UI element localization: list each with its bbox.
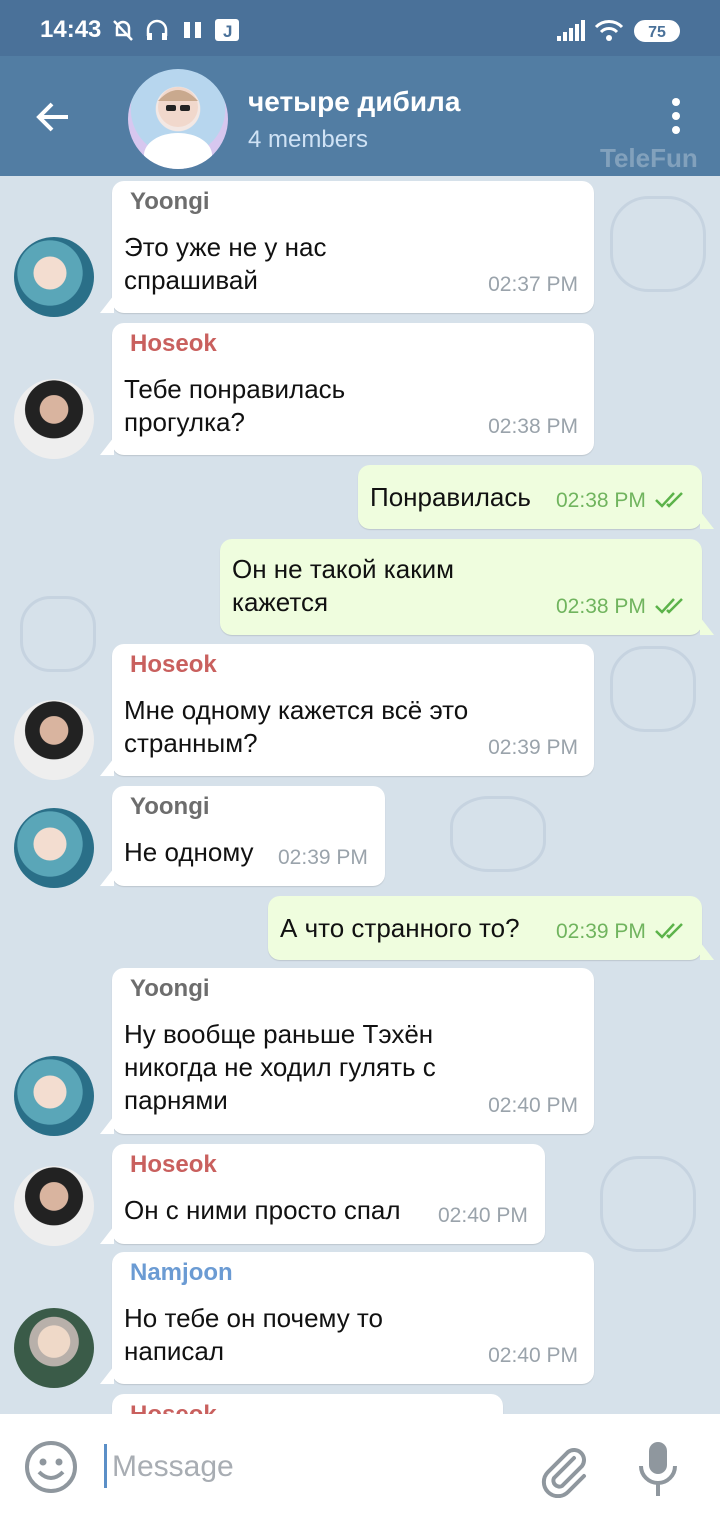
chat-header: четыре дибила 4 members TeleFun — [0, 56, 720, 176]
message-bubble[interactable]: Yoongi Не одному 02:39 PM — [100, 786, 385, 886]
status-bar: 14:43 J 75 — [0, 0, 720, 56]
sender-name: Hoseok — [130, 1401, 217, 1414]
paperclip-icon[interactable] — [536, 1442, 592, 1498]
avatar-yoongi[interactable] — [14, 1056, 94, 1136]
message-text: Но тебе он почему то написал — [124, 1303, 384, 1366]
avatar-yoongi[interactable] — [14, 237, 94, 317]
back-arrow-icon[interactable] — [30, 94, 76, 140]
sender-name: Hoseok — [130, 330, 217, 357]
text-cursor — [104, 1444, 107, 1488]
sender-name: Yoongi — [130, 793, 210, 820]
message-time: 02:39 PM — [556, 920, 646, 943]
headphones-icon — [146, 19, 168, 40]
battery-level: 75 — [648, 24, 666, 41]
message-text: Ну вообще раньше Тэхён никогда не ходил … — [124, 1019, 436, 1115]
wifi-icon — [594, 20, 624, 41]
svg-text:J: J — [223, 22, 232, 41]
status-time: 14:43 — [40, 16, 102, 43]
message-bubble-outgoing[interactable]: Он не такой каким кажется 02:38 PM — [220, 539, 714, 635]
message-text: Мне одному кажется всё это странным? — [124, 695, 469, 758]
group-title[interactable]: четыре дибила — [248, 86, 460, 118]
background-doodle — [610, 646, 696, 732]
message-text: Не одному — [124, 837, 254, 867]
sender-name: Hoseok — [130, 1151, 217, 1178]
signal-icon — [557, 20, 585, 41]
mute-bell-icon — [113, 20, 133, 41]
message-bubble-outgoing[interactable]: А что странного то? 02:39 PM — [268, 896, 714, 960]
message-time: 02:40 PM — [488, 1344, 578, 1367]
message-bubble[interactable]: Hoseok Мне одному кажется всё это странн… — [100, 644, 594, 776]
background-doodle — [610, 196, 706, 292]
message-text: Понравилась — [370, 482, 531, 512]
message-bubble[interactable]: Namjoon Но тебе он почему то написал 02:… — [100, 1252, 594, 1384]
app-notification-icon: J — [215, 19, 239, 41]
message-time: 02:38 PM — [488, 415, 578, 438]
watermark: TeleFun — [600, 143, 698, 173]
message-time: 02:40 PM — [488, 1094, 578, 1117]
double-check-icon — [655, 923, 683, 939]
message-time: 02:38 PM — [556, 489, 646, 512]
more-options-icon[interactable] — [664, 96, 688, 136]
group-avatar[interactable] — [128, 69, 228, 169]
message-bubble[interactable]: Hoseok Тебе понравилась прогулка? 02:38 … — [100, 323, 594, 455]
battery-icon: 75 — [634, 20, 680, 42]
avatar-hoseok[interactable] — [14, 379, 94, 459]
sender-name: Yoongi — [130, 188, 210, 215]
message-time: 02:37 PM — [488, 273, 578, 296]
message-text: Тебе понравилась прогулка? — [124, 374, 346, 437]
message-time: 02:40 PM — [438, 1204, 528, 1227]
sender-name: Namjoon — [130, 1259, 233, 1286]
message-bubble[interactable]: Hoseok — [112, 1394, 503, 1414]
avatar-hoseok[interactable] — [14, 700, 94, 780]
message-bubble[interactable]: Yoongi Это уже не у нас спрашивай 02:37 … — [100, 181, 594, 313]
microphone-icon[interactable] — [634, 1440, 682, 1498]
avatar-yoongi[interactable] — [14, 808, 94, 888]
pause-icon — [184, 22, 201, 38]
member-count: 4 members — [248, 126, 369, 153]
double-check-icon — [655, 598, 683, 614]
message-text: Это уже не у нас спрашивай — [124, 232, 327, 295]
message-list[interactable]: Yoongi Это уже не у нас спрашивай 02:37 … — [0, 176, 720, 1414]
avatar-hoseok[interactable] — [14, 1166, 94, 1246]
message-input[interactable] — [110, 1440, 514, 1494]
emoji-icon[interactable] — [24, 1440, 78, 1494]
double-check-icon — [655, 492, 683, 508]
message-time: 02:39 PM — [278, 846, 368, 869]
avatar-namjoon[interactable] — [14, 1308, 94, 1388]
background-doodle — [600, 1156, 696, 1252]
sender-name: Hoseok — [130, 651, 217, 678]
message-bubble-outgoing[interactable]: Понравилась 02:38 PM — [358, 465, 714, 529]
background-doodle — [20, 596, 96, 672]
message-text: Он с ними просто спал — [124, 1195, 401, 1225]
message-time: 02:38 PM — [556, 595, 646, 618]
sender-name: Yoongi — [130, 975, 210, 1002]
message-text: А что странного то? — [280, 913, 520, 943]
background-doodle — [450, 796, 546, 872]
message-bubble[interactable]: Hoseok Он с ними просто спал 02:40 PM — [100, 1144, 545, 1244]
compose-bar — [0, 1414, 720, 1520]
message-text: Он не такой каким кажется — [232, 554, 454, 617]
message-bubble[interactable]: Yoongi Ну вообще раньше Тэхён никогда не… — [100, 968, 594, 1134]
message-time: 02:39 PM — [488, 736, 578, 759]
